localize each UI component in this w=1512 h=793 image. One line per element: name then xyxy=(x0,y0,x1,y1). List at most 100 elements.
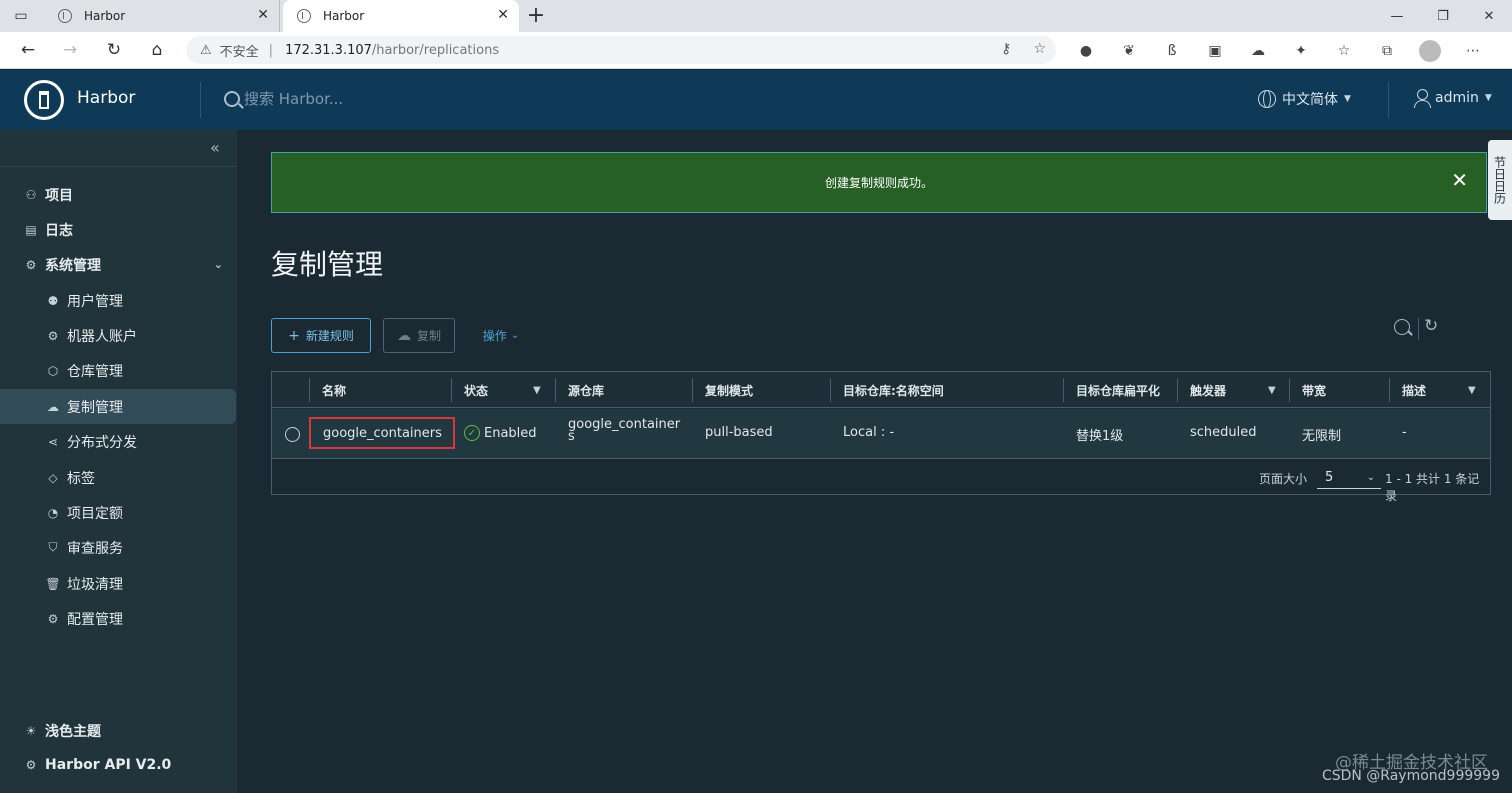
sidebar-item-gc[interactable]: 🗑 垃圾清理 xyxy=(0,566,237,601)
url-bar[interactable]: ⚠ 不安全 | 172.31.3.107/harbor/replications… xyxy=(186,36,1056,64)
column-header[interactable]: 触发器 xyxy=(1190,372,1226,408)
column-header[interactable]: 目标仓库:名称空间 xyxy=(843,372,944,408)
harbor-favicon-icon xyxy=(297,9,311,23)
filter-icon[interactable]: ▼ xyxy=(533,385,541,396)
sidebar-item-distribution[interactable]: ⋖ 分布式分发 xyxy=(0,424,237,459)
chevron-down-icon: ⌄ xyxy=(510,330,520,341)
reload-icon[interactable]: ↻ xyxy=(102,39,126,61)
sidebar-item-users[interactable]: ⚉ 用户管理 xyxy=(0,283,237,318)
sidebar-item-robots[interactable]: ⚙ 机器人账户 xyxy=(0,318,237,353)
bandwidth-cell: 无限制 xyxy=(1302,429,1342,444)
row-select-radio[interactable] xyxy=(285,427,300,442)
minimize-icon[interactable]: — xyxy=(1374,0,1420,32)
favorites-icon[interactable]: ☆ xyxy=(1332,39,1356,63)
gear-icon: ⚙ xyxy=(47,611,59,626)
filter-icon[interactable]: ▼ xyxy=(1468,385,1476,396)
chevron-down-icon: ⌄ xyxy=(1366,472,1375,483)
app-header: Harbor 搜索 Harbor... 中文简体 ▼ admin ▼ xyxy=(0,70,1512,130)
rule-name-link[interactable]: google_containers xyxy=(309,417,455,449)
tab-actions-icon[interactable]: ▭ xyxy=(10,6,32,26)
sidebar-item-registries[interactable]: ⬡ 仓库管理 xyxy=(0,353,237,388)
alert-message: 创建复制规则成功。 xyxy=(824,176,933,190)
column-header[interactable]: 状态 xyxy=(464,372,488,408)
trash-icon: 🗑 xyxy=(45,576,61,591)
browser-tab-2[interactable]: Harbor ✕ xyxy=(283,0,519,32)
insecure-label: 不安全 xyxy=(219,44,259,60)
column-header[interactable]: 名称 xyxy=(322,372,346,408)
profile-avatar[interactable] xyxy=(1418,39,1442,63)
extension-box-icon[interactable]: ▣ xyxy=(1203,39,1227,63)
filter-icon[interactable]: ▼ xyxy=(1268,385,1276,396)
extension-circle-icon[interactable]: ● xyxy=(1074,39,1098,63)
api-icon: ⚙ xyxy=(25,758,37,772)
new-rule-button[interactable]: + 新建规则 xyxy=(271,318,371,353)
sidebar-item-projects[interactable]: ⚇ 项目 xyxy=(0,177,237,212)
target-cell: Local : - xyxy=(843,425,895,440)
column-header[interactable]: 复制模式 xyxy=(705,372,753,408)
success-alert: 创建复制规则成功。 ✕ xyxy=(271,152,1487,213)
extension-b-icon[interactable]: ß xyxy=(1160,39,1184,63)
action-dropdown[interactable]: 操作 ⌄ xyxy=(471,318,531,353)
side-calendar-tab[interactable]: 节日日历 xyxy=(1488,140,1512,220)
search-icon[interactable] xyxy=(1394,319,1410,335)
table-header: 名称 状态 ▼ 源仓库 复制模式 目标仓库:名称空间 目标仓库扁平化 触发器 ▼… xyxy=(272,372,1490,408)
user-menu[interactable]: admin ▼ xyxy=(1414,89,1492,108)
browser-tab-1[interactable]: Harbor ✕ xyxy=(44,0,280,32)
sidebar-item-config[interactable]: ⚙ 配置管理 xyxy=(0,601,237,636)
forward-icon[interactable]: → xyxy=(58,39,82,61)
favorite-add-icon[interactable]: ☆ xyxy=(1033,41,1046,57)
api-link[interactable]: ⚙ Harbor API V2.0 xyxy=(24,757,172,773)
browser-tab-bar: ▭ Harbor ✕ Harbor ✕ + — ❐ ✕ xyxy=(0,0,1512,32)
key-icon[interactable]: ⚷ xyxy=(1001,41,1011,57)
back-icon[interactable]: ← xyxy=(16,39,40,61)
table-row[interactable]: google_containers ✓ Enabled google_conta… xyxy=(272,409,1490,459)
collections-icon[interactable]: ⧉ xyxy=(1375,39,1399,63)
language-selector[interactable]: 中文简体 ▼ xyxy=(1258,89,1351,109)
status-cell: ✓ Enabled xyxy=(464,425,537,441)
sidebar-item-quotas[interactable]: ◔ 项目定额 xyxy=(0,495,237,530)
search-input[interactable]: 搜索 Harbor... xyxy=(244,88,343,109)
more-icon[interactable]: ⋯ xyxy=(1461,39,1485,63)
sun-icon: ☀ xyxy=(25,724,37,738)
extensions: ● ❦ ß ▣ ☁ ✦ ☆ ⧉ ⋯ xyxy=(1074,39,1485,63)
globe-icon xyxy=(1258,90,1276,108)
theme-toggle[interactable]: ☀ 浅色主题 xyxy=(24,721,101,741)
close-icon[interactable]: ✕ xyxy=(497,7,509,23)
page-size-label: 页面大小 xyxy=(1259,472,1308,486)
column-header[interactable]: 带宽 xyxy=(1302,372,1326,408)
extension-cloud-icon[interactable]: ☁ xyxy=(1246,39,1270,63)
shield-icon: ⛉ xyxy=(48,540,58,554)
warning-icon: ⚠ xyxy=(200,42,212,58)
new-tab-button[interactable]: + xyxy=(524,3,548,28)
replication-icon: ☁ xyxy=(47,399,59,414)
collapse-sidebar-icon[interactable]: « xyxy=(210,138,220,157)
sidebar-item-labels[interactable]: ◇ 标签 xyxy=(0,460,237,495)
sidebar-item-replications[interactable]: ☁ 复制管理 xyxy=(0,389,236,424)
column-header[interactable]: 目标仓库扁平化 xyxy=(1076,372,1160,408)
quota-icon: ◔ xyxy=(47,505,59,520)
app-name[interactable]: Harbor xyxy=(77,88,135,108)
page-title: 复制管理 xyxy=(271,248,384,281)
maximize-icon[interactable]: ❐ xyxy=(1420,0,1466,32)
harbor-logo-icon[interactable] xyxy=(24,80,64,120)
column-header[interactable]: 源仓库 xyxy=(568,372,604,408)
user-icon xyxy=(1414,89,1431,108)
window-close-icon[interactable]: ✕ xyxy=(1466,0,1512,32)
close-icon[interactable]: ✕ xyxy=(257,7,269,23)
extension-leaf-icon[interactable]: ❦ xyxy=(1117,39,1141,63)
sidebar-item-admin[interactable]: ⚙ 系统管理 ⌄ xyxy=(0,247,237,282)
global-search[interactable]: 搜索 Harbor... xyxy=(224,88,343,109)
tab-title: Harbor xyxy=(84,9,126,23)
home-icon[interactable]: ⌂ xyxy=(145,39,169,61)
close-icon[interactable]: ✕ xyxy=(1451,170,1468,190)
sidebar-item-interrogation[interactable]: ⛉ 审查服务 xyxy=(0,530,237,565)
extensions-puzzle-icon[interactable]: ✦ xyxy=(1289,39,1313,63)
refresh-icon[interactable]: ↻ xyxy=(1424,316,1438,336)
column-header[interactable]: 描述 xyxy=(1402,372,1426,408)
logs-icon: ▤ xyxy=(25,222,37,237)
trigger-cell: scheduled xyxy=(1190,425,1257,440)
page-size-select[interactable]: 5 ⌄ xyxy=(1317,467,1381,489)
sidebar-item-logs[interactable]: ▤ 日志 xyxy=(0,212,237,247)
copy-button[interactable]: ☁ 复制 xyxy=(383,318,455,353)
browser-toolbar: ← → ↻ ⌂ ⚠ 不安全 | 172.31.3.107/harbor/repl… xyxy=(0,32,1512,69)
